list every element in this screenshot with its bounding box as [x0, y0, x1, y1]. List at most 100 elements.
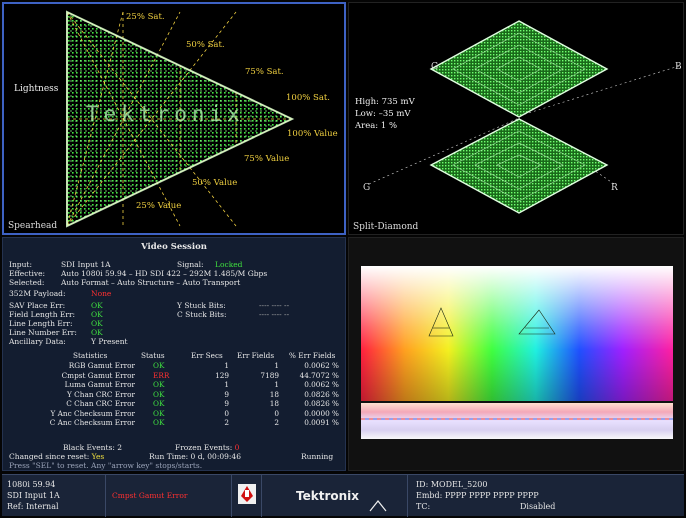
stat-err-secs: 129: [215, 370, 229, 380]
timecode-value: Disabled: [520, 502, 556, 511]
c-stuck-label: C Stuck Bits:: [177, 310, 227, 319]
stat-status: OK: [153, 380, 165, 389]
input-value: SDI Input 1A: [61, 260, 111, 269]
stat-err-fields: 18: [269, 399, 279, 408]
signal-info-box: 1080i 59.94 SDI Input 1A Ref: Internal: [2, 475, 106, 517]
stat-err-fields: 1: [274, 380, 279, 389]
timecode-label: TC:: [416, 502, 431, 511]
stat-name: Y Anc Checksum Error: [50, 408, 136, 418]
effective-value: Auto 1080i 59.94 – HD SDI 422 – 292M 1.4…: [61, 269, 268, 278]
payload-label: 352M Payload:: [9, 289, 66, 298]
stat-status: ERR: [153, 370, 170, 380]
payload-value: None: [91, 289, 112, 298]
stat-err-secs: 2: [224, 418, 229, 427]
signal-label: Signal:: [177, 260, 204, 269]
field-length-label: Field Length Err:: [9, 310, 76, 319]
selected-label: Selected:: [9, 278, 45, 287]
lightness-label: Lightness: [14, 84, 59, 94]
ancillary-label: Ancillary Data:: [9, 337, 66, 346]
sat-50-label: 50% Sat.: [186, 40, 225, 50]
diamond-bottom-r-label: R: [611, 183, 618, 193]
black-events: Black Events: 2: [63, 443, 123, 452]
stat-err-fields: 7189: [260, 370, 279, 380]
stat-pct-err-fields: 0.0000 %: [304, 408, 339, 418]
stat-pct-err-fields: 0.0062 %: [304, 361, 339, 370]
col-status: Status: [141, 351, 165, 360]
changed-value: Yes: [91, 452, 105, 461]
stat-err-secs: 1: [224, 361, 229, 370]
status-ref: Ref: Internal: [7, 502, 59, 511]
stat-status: OK: [153, 389, 165, 399]
alarm-box: Cmpst Gamut Error: [106, 475, 232, 517]
frozen-events-value: 0: [234, 443, 240, 452]
split-diamond-pane[interactable]: G B G R High: 735 mV Low: –35 mV Area: 1…: [348, 2, 684, 235]
value-100-label: 100% Value: [287, 129, 338, 139]
line-length-label: Line Length Err:: [9, 319, 73, 328]
session-title: Video Session: [141, 242, 207, 252]
value-25-label: 25% Value: [136, 201, 182, 211]
stat-pct-err-fields: 0.0091 %: [304, 418, 339, 427]
stat-status: OK: [153, 418, 165, 427]
stat-pct-err-fields: 0.0062 %: [304, 380, 339, 389]
stat-pct-err-fields: 0.0826 %: [304, 389, 339, 399]
stat-name: Y Chan CRC Error: [67, 389, 135, 399]
status-bar: 1080i 59.94 SDI Input 1A Ref: Internal C…: [2, 474, 684, 517]
line-number-label: Line Number Err:: [9, 328, 77, 337]
area-readout: Area: 1 %: [355, 121, 398, 131]
run-time: Run Time: 0 d, 00:09:46: [149, 452, 241, 461]
input-label: Input:: [9, 260, 32, 269]
y-stuck-label: Y Stuck Bits:: [177, 301, 226, 310]
diamond-top-g-label: G: [431, 62, 439, 72]
statistics-table: Statistics Status Err Secs Err Fields % …: [3, 351, 345, 441]
field-length-value: OK: [91, 310, 103, 319]
line-number-value: OK: [91, 328, 103, 337]
luma-bar: [361, 403, 673, 439]
stat-name: C Anc Checksum Error: [49, 418, 135, 427]
spearhead-pane[interactable]: Lightness 25% Sat. 50% Sat. 75% Sat. 100…: [2, 2, 346, 235]
signal-value: Locked: [215, 260, 243, 269]
frozen-events-label: Frozen Events:: [175, 443, 233, 452]
spearhead-title: Spearhead: [8, 221, 58, 231]
line-number-row: Line Number Err: OK: [9, 328, 103, 337]
col-pct-err-fields: % Err Fields: [289, 351, 336, 360]
effective-label: Effective:: [9, 269, 46, 278]
frozen-events-row: Frozen Events: 0: [175, 443, 239, 452]
stat-err-fields: 0: [274, 408, 279, 418]
diamond-bottom-g-label: G: [363, 183, 371, 193]
sat-25-label: 25% Sat.: [126, 12, 165, 22]
stat-err-secs: 9: [224, 399, 229, 408]
value-50-label: 50% Value: [192, 178, 238, 188]
high-readout: High: 735 mV: [355, 97, 415, 107]
c-stuck-value: ---- ---- --: [259, 310, 290, 319]
line-length-value: OK: [91, 319, 103, 328]
embedded-audio: Embd: PPPP PPPP PPPP PPPP: [416, 491, 539, 500]
stat-status: OK: [153, 399, 165, 408]
stat-err-secs: 0: [224, 408, 229, 418]
stat-name: Luma Gamut Error: [64, 380, 135, 389]
field-length-row: Field Length Err: OK C Stuck Bits: ---- …: [9, 310, 289, 319]
ancillary-value: Y Present: [91, 337, 128, 346]
split-diamond-title: Split-Diamond: [353, 222, 419, 232]
stat-err-fields: 18: [269, 389, 279, 399]
run-state: Running: [301, 452, 334, 461]
y-stuck-value: ---- ---- --: [259, 301, 290, 310]
tektronix-watermark: Tektronix: [86, 102, 245, 126]
value-75-label: 75% Value: [244, 154, 290, 164]
gamut-color-pane[interactable]: [348, 237, 684, 471]
sav-value: OK: [91, 301, 103, 310]
col-err-fields: Err Fields: [237, 351, 275, 360]
stat-err-secs: 9: [224, 389, 229, 399]
brand-box: Tektronix: [262, 475, 408, 517]
effective-row: Effective: Auto 1080i 59.94 – HD SDI 422…: [9, 269, 267, 278]
line-length-row: Line Length Err: OK: [9, 319, 103, 328]
alarm-message: Cmpst Gamut Error: [112, 491, 188, 500]
video-session-pane[interactable]: Video Session Input: SDI Input 1A Signal…: [2, 237, 346, 471]
payload-row: 352M Payload: None: [9, 289, 111, 298]
selected-row: Selected: Auto Format – Auto Structure –…: [9, 278, 240, 287]
stat-pct-err-fields: 44.7072 %: [299, 370, 339, 380]
col-statistics: Statistics: [73, 351, 108, 360]
alarm-icon-box[interactable]: [232, 475, 262, 517]
stat-err-fields: 1: [274, 361, 279, 370]
selected-value: Auto Format – Auto Structure – Auto Tran…: [61, 278, 241, 287]
alarm-icon[interactable]: [233, 476, 261, 516]
